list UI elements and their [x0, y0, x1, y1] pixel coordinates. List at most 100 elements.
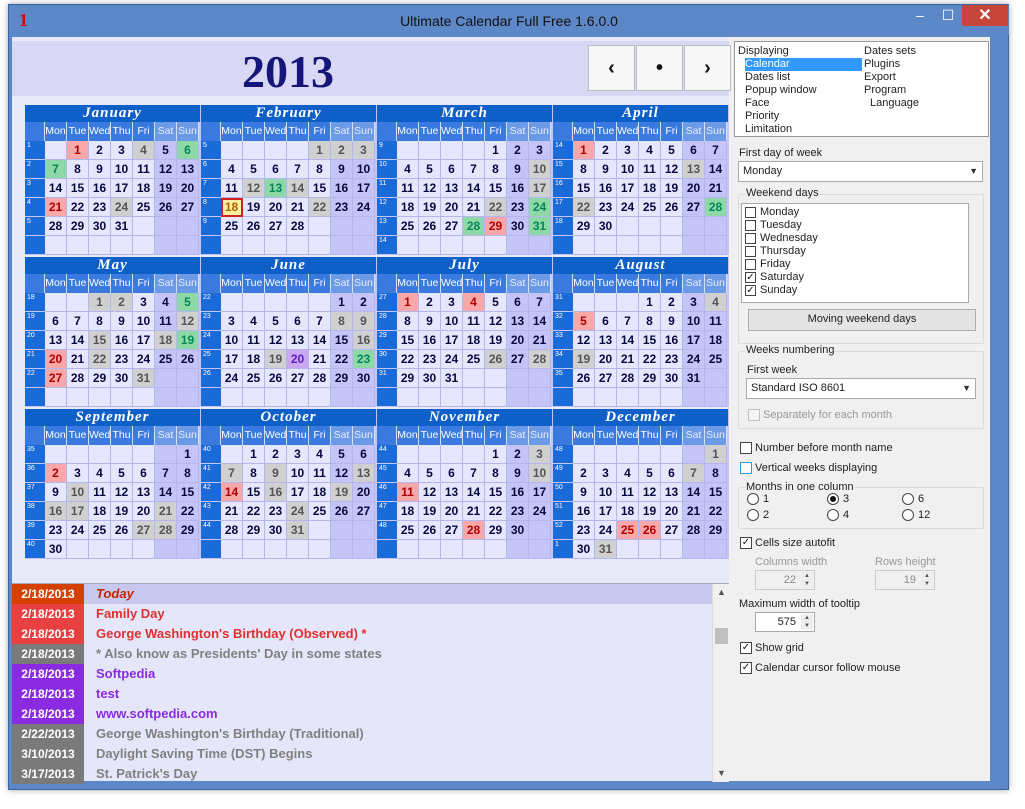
- day-cell[interactable]: 15: [331, 331, 353, 350]
- day-cell[interactable]: 16: [111, 331, 133, 350]
- day-cell[interactable]: 13: [441, 179, 463, 198]
- day-cell[interactable]: 18: [463, 331, 485, 350]
- day-cell[interactable]: 17: [67, 502, 89, 521]
- day-cell[interactable]: 16: [45, 502, 67, 521]
- day-cell[interactable]: 10: [287, 464, 309, 483]
- day-cell[interactable]: 5: [155, 141, 177, 160]
- day-cell[interactable]: 11: [309, 464, 331, 483]
- day-cell[interactable]: 20: [441, 502, 463, 521]
- day-cell[interactable]: 16: [507, 179, 529, 198]
- day-cell[interactable]: 12: [111, 483, 133, 502]
- day-cell[interactable]: 22: [331, 350, 353, 369]
- menu-item-popup-window[interactable]: Popup window: [745, 84, 817, 97]
- day-cell[interactable]: 22: [639, 350, 661, 369]
- day-cell[interactable]: 16: [595, 179, 617, 198]
- day-cell[interactable]: 4: [89, 464, 111, 483]
- day-cell[interactable]: 18: [617, 502, 639, 521]
- day-cell[interactable]: 5: [573, 312, 595, 331]
- day-cell[interactable]: 8: [485, 464, 507, 483]
- day-cell[interactable]: 19: [243, 198, 265, 217]
- day-cell[interactable]: 9: [661, 312, 683, 331]
- day-cell[interactable]: 5: [485, 293, 507, 312]
- day-cell[interactable]: 31: [441, 369, 463, 388]
- day-cell[interactable]: 5: [265, 312, 287, 331]
- day-cell[interactable]: 5: [639, 464, 661, 483]
- day-cell[interactable]: 14: [67, 331, 89, 350]
- day-cell[interactable]: 7: [221, 464, 243, 483]
- day-cell[interactable]: 9: [331, 160, 353, 179]
- day-cell[interactable]: 15: [397, 331, 419, 350]
- day-cell[interactable]: 19: [111, 502, 133, 521]
- day-cell[interactable]: 28: [309, 369, 331, 388]
- day-cell[interactable]: 16: [507, 483, 529, 502]
- day-cell[interactable]: 10: [221, 331, 243, 350]
- day-cell[interactable]: 22: [705, 502, 727, 521]
- day-cell[interactable]: 6: [441, 160, 463, 179]
- day-cell[interactable]: 24: [529, 198, 551, 217]
- day-cell[interactable]: 20: [177, 179, 199, 198]
- day-cell[interactable]: 21: [309, 350, 331, 369]
- day-cell[interactable]: 25: [705, 350, 727, 369]
- day-cell[interactable]: 13: [353, 464, 375, 483]
- day-cell[interactable]: 19: [331, 483, 353, 502]
- day-cell[interactable]: 2: [45, 464, 67, 483]
- day-cell[interactable]: 11: [639, 160, 661, 179]
- day-cell[interactable]: 19: [155, 179, 177, 198]
- day-cell[interactable]: 25: [309, 502, 331, 521]
- prev-year-button[interactable]: ‹: [588, 45, 635, 91]
- day-cell[interactable]: 15: [485, 179, 507, 198]
- day-cell[interactable]: 7: [529, 293, 551, 312]
- day-cell[interactable]: 13: [265, 179, 287, 198]
- day-cell[interactable]: 31: [683, 369, 705, 388]
- day-cell[interactable]: 27: [133, 521, 155, 540]
- day-cell[interactable]: 26: [419, 521, 441, 540]
- day-cell[interactable]: 7: [309, 312, 331, 331]
- day-cell[interactable]: 8: [397, 312, 419, 331]
- day-cell[interactable]: 9: [507, 160, 529, 179]
- day-cell[interactable]: 28: [617, 369, 639, 388]
- day-cell[interactable]: 20: [441, 198, 463, 217]
- day-cell[interactable]: 21: [463, 198, 485, 217]
- day-cell[interactable]: 17: [683, 331, 705, 350]
- day-cell[interactable]: 14: [221, 483, 243, 502]
- day-cell[interactable]: 19: [485, 331, 507, 350]
- vertical-weeks-checkbox[interactable]: [740, 462, 752, 474]
- day-cell[interactable]: 17: [111, 179, 133, 198]
- day-cell[interactable]: 7: [463, 160, 485, 179]
- day-cell[interactable]: 31: [529, 217, 551, 236]
- day-cell[interactable]: 8: [177, 464, 199, 483]
- day-cell[interactable]: 12: [639, 483, 661, 502]
- day-cell[interactable]: 6: [507, 293, 529, 312]
- day-cell[interactable]: 3: [287, 445, 309, 464]
- day-cell[interactable]: 25: [397, 217, 419, 236]
- day-cell[interactable]: 5: [419, 464, 441, 483]
- day-cell[interactable]: 16: [353, 331, 375, 350]
- event-row[interactable]: 2/18/2013 Today: [12, 584, 712, 604]
- day-cell[interactable]: 4: [705, 293, 727, 312]
- day-cell[interactable]: 26: [661, 198, 683, 217]
- day-cell[interactable]: 24: [133, 350, 155, 369]
- day-cell[interactable]: 26: [485, 350, 507, 369]
- day-cell[interactable]: 17: [221, 350, 243, 369]
- events-scrollbar[interactable]: ▲ ▼: [712, 584, 729, 782]
- day-cell[interactable]: 11: [243, 331, 265, 350]
- day-cell[interactable]: 29: [485, 521, 507, 540]
- day-cell[interactable]: 21: [463, 502, 485, 521]
- day-cell[interactable]: 17: [353, 179, 375, 198]
- day-cell[interactable]: 24: [67, 521, 89, 540]
- day-cell[interactable]: 23: [507, 502, 529, 521]
- day-cell[interactable]: 7: [287, 160, 309, 179]
- weekend-tuesday-checkbox[interactable]: [745, 220, 756, 231]
- spin-up-icon[interactable]: ▲: [801, 614, 813, 622]
- day-cell[interactable]: 4: [397, 464, 419, 483]
- day-cell[interactable]: 11: [397, 179, 419, 198]
- day-cell[interactable]: 26: [155, 198, 177, 217]
- day-cell[interactable]: 20: [353, 483, 375, 502]
- day-cell[interactable]: 25: [89, 521, 111, 540]
- day-cell[interactable]: 24: [595, 521, 617, 540]
- day-cell[interactable]: 19: [661, 179, 683, 198]
- day-cell[interactable]: 27: [353, 502, 375, 521]
- months-radio-1[interactable]: [747, 493, 759, 505]
- day-cell[interactable]: 23: [89, 198, 111, 217]
- day-cell[interactable]: 4: [243, 312, 265, 331]
